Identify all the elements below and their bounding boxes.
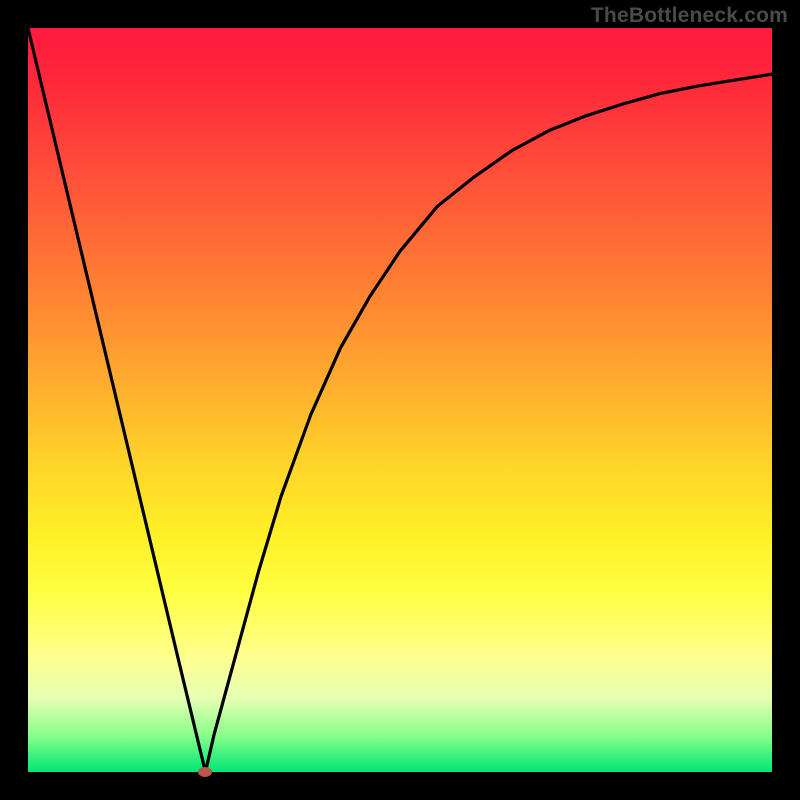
- minimum-marker: [198, 767, 212, 777]
- chart-frame: TheBottleneck.com: [0, 0, 800, 800]
- watermark-text: TheBottleneck.com: [591, 4, 788, 28]
- curve-layer: [28, 28, 772, 772]
- plot-area: [28, 28, 772, 772]
- bottleneck-curve: [28, 28, 772, 772]
